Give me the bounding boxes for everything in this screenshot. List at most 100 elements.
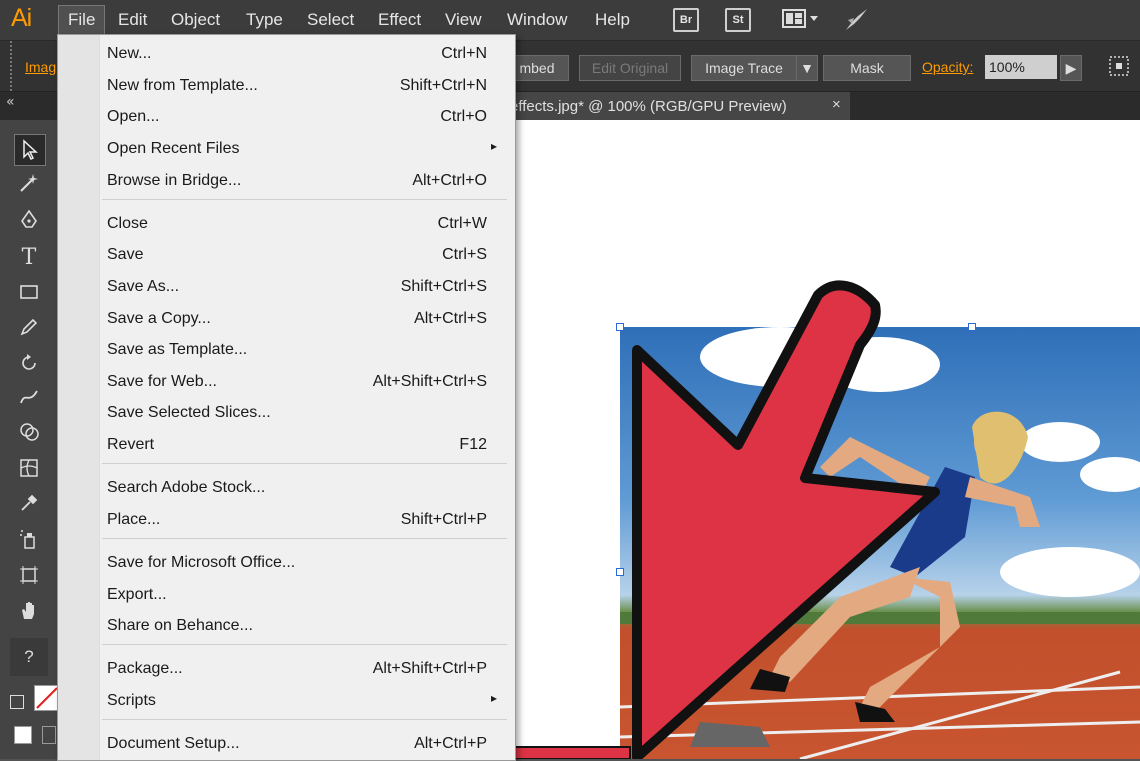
menu-item-label: Close bbox=[107, 215, 148, 232]
opacity-field[interactable]: 100% bbox=[985, 55, 1057, 79]
menu-item-shortcut: Alt+Ctrl+S bbox=[414, 310, 487, 327]
menu-item-save-for-web[interactable]: Save for Web... Alt+Shift+Ctrl+S bbox=[107, 366, 487, 396]
menu-item-shortcut: Ctrl+W bbox=[437, 215, 487, 232]
menu-file[interactable]: File bbox=[58, 5, 106, 37]
menu-item-new[interactable]: New... Ctrl+N bbox=[107, 38, 487, 68]
menu-object[interactable]: Object bbox=[171, 10, 220, 30]
menu-item-save-as[interactable]: Save As... Shift+Ctrl+S bbox=[107, 271, 487, 301]
image-trace-dropdown-icon[interactable]: ▼ bbox=[796, 55, 818, 81]
menu-item-share-on-behance[interactable]: Share on Behance... bbox=[107, 610, 487, 640]
menu-item-label: Open Recent Files bbox=[107, 140, 240, 157]
menu-item-revert[interactable]: Revert F12 bbox=[107, 429, 487, 459]
help-icon[interactable]: ? bbox=[10, 638, 48, 676]
image-trace-button[interactable]: Image Trace bbox=[691, 55, 797, 81]
rotate-tool-icon[interactable] bbox=[14, 348, 44, 378]
menu-item-label: Save as Template... bbox=[107, 341, 248, 358]
menu-item-label: Place... bbox=[107, 511, 161, 528]
menu-item-label: Save bbox=[107, 246, 144, 263]
selection-handle[interactable] bbox=[616, 568, 624, 576]
menu-item-save-as-template[interactable]: Save as Template... bbox=[107, 334, 487, 364]
selection-tool-icon[interactable] bbox=[14, 134, 46, 166]
menu-help[interactable]: Help bbox=[595, 10, 630, 30]
menu-item-browse-in-bridge[interactable]: Browse in Bridge... Alt+Ctrl+O bbox=[107, 165, 487, 195]
menu-item-shortcut: Alt+Shift+Ctrl+P bbox=[372, 660, 487, 677]
menu-separator bbox=[102, 463, 507, 464]
menu-window[interactable]: Window bbox=[507, 10, 567, 30]
selection-handle[interactable] bbox=[968, 323, 976, 331]
menu-item-save[interactable]: Save Ctrl+S bbox=[107, 239, 487, 269]
menu-item-new-from-template[interactable]: New from Template... Shift+Ctrl+N bbox=[107, 70, 487, 100]
menu-item-label: Package... bbox=[107, 660, 183, 677]
menu-item-label: Scripts bbox=[107, 692, 156, 709]
menu-item-export[interactable]: Export... bbox=[107, 579, 487, 609]
control-bar-grip[interactable] bbox=[10, 41, 18, 91]
menu-view[interactable]: View bbox=[445, 10, 482, 30]
eyedropper-tool-icon[interactable] bbox=[14, 488, 44, 518]
menu-item-shortcut: Shift+Ctrl+N bbox=[399, 77, 487, 94]
menu-separator bbox=[102, 719, 507, 720]
arrange-documents-icon[interactable] bbox=[782, 8, 822, 30]
menu-item-shortcut: Shift+Ctrl+S bbox=[400, 278, 487, 295]
shape-builder-tool-icon[interactable] bbox=[14, 417, 44, 447]
menu-item-open[interactable]: Open... Ctrl+O bbox=[107, 101, 487, 131]
pencil-tool-icon[interactable] bbox=[14, 312, 44, 342]
magic-wand-tool-icon[interactable] bbox=[14, 168, 44, 198]
type-tool-icon[interactable]: T bbox=[14, 242, 44, 272]
menu-item-package[interactable]: Package... Alt+Shift+Ctrl+P bbox=[107, 653, 487, 683]
menu-separator bbox=[102, 199, 507, 200]
menu-item-shortcut: Ctrl+S bbox=[442, 246, 487, 263]
pen-tool-icon[interactable] bbox=[14, 205, 44, 235]
menu-item-save-selected-slices[interactable]: Save Selected Slices... bbox=[107, 397, 487, 427]
menu-item-save-a-copy[interactable]: Save a Copy... Alt+Ctrl+S bbox=[107, 303, 487, 333]
document-tab-title: effects.jpg* @ 100% (RGB/GPU Preview) bbox=[510, 97, 787, 115]
menu-item-save-for-microsoft-office[interactable]: Save for Microsoft Office... bbox=[107, 547, 487, 577]
mesh-tool-icon[interactable] bbox=[14, 453, 44, 483]
menu-effect[interactable]: Effect bbox=[378, 10, 421, 30]
file-menu-dropdown: New... Ctrl+N New from Template... Shift+Ct… bbox=[57, 34, 516, 761]
bridge-button[interactable]: Br bbox=[673, 8, 699, 32]
menu-item-search-adobe-stock[interactable]: Search Adobe Stock... bbox=[107, 472, 487, 502]
stock-button[interactable]: St bbox=[725, 8, 751, 32]
document-tab[interactable]: effects.jpg* @ 100% (RGB/GPU Preview) × bbox=[500, 92, 850, 120]
menu-item-document-setup[interactable]: Document Setup... Alt+Ctrl+P bbox=[107, 728, 487, 758]
image-link-label[interactable]: Imag bbox=[25, 59, 56, 75]
menu-select[interactable]: Select bbox=[307, 10, 354, 30]
menu-item-shortcut: Shift+Ctrl+P bbox=[400, 511, 487, 528]
menu-item-label: Browse in Bridge... bbox=[107, 172, 242, 189]
menu-item-label: Search Adobe Stock... bbox=[107, 479, 266, 496]
submenu-arrow-icon: ▸ bbox=[490, 691, 497, 705]
menu-type[interactable]: Type bbox=[246, 10, 283, 30]
menu-item-label: Export... bbox=[107, 586, 167, 603]
screen-mode-icon[interactable] bbox=[42, 726, 56, 744]
menu-item-label: Save for Microsoft Office... bbox=[107, 554, 296, 571]
opacity-expand-icon[interactable]: ▶ bbox=[1060, 55, 1082, 81]
menu-item-label: Save for Web... bbox=[107, 373, 217, 390]
opacity-label[interactable]: Opacity: bbox=[922, 59, 973, 75]
hand-tool-icon[interactable] bbox=[14, 595, 44, 625]
warp-tool-icon[interactable] bbox=[14, 382, 44, 412]
collapse-panels-icon[interactable]: « bbox=[6, 94, 15, 110]
menu-item-shortcut: Alt+Shift+Ctrl+S bbox=[372, 373, 487, 390]
menu-item-shortcut: F12 bbox=[459, 436, 487, 453]
normal-draw-mode-icon[interactable] bbox=[14, 726, 32, 744]
menu-separator bbox=[102, 644, 507, 645]
menu-item-place[interactable]: Place... Shift+Ctrl+P bbox=[107, 504, 487, 534]
artboard-tool-icon[interactable] bbox=[14, 560, 44, 590]
symbol-sprayer-tool-icon[interactable] bbox=[14, 524, 44, 554]
menu-item-close[interactable]: Close Ctrl+W bbox=[107, 208, 487, 238]
runner-figure bbox=[620, 411, 1140, 759]
selection-handle[interactable] bbox=[616, 323, 624, 331]
menu-item-label: Open... bbox=[107, 108, 160, 125]
close-tab-icon[interactable]: × bbox=[832, 96, 841, 113]
menu-item-open-recent-files[interactable]: Open Recent Files ▸ bbox=[107, 133, 497, 163]
transform-reference-icon[interactable] bbox=[1108, 55, 1130, 77]
rectangle-tool-icon[interactable] bbox=[14, 277, 44, 307]
menu-item-shortcut: Alt+Ctrl+O bbox=[412, 172, 487, 189]
menu-item-scripts[interactable]: Scripts ▸ bbox=[107, 685, 497, 715]
mask-button[interactable]: Mask bbox=[823, 55, 911, 81]
menu-item-label: Revert bbox=[107, 436, 155, 453]
placed-runner-photo[interactable] bbox=[620, 327, 1140, 759]
gpu-performance-rocket-icon[interactable] bbox=[842, 6, 870, 34]
menu-edit[interactable]: Edit bbox=[118, 10, 147, 30]
default-colors-icon[interactable] bbox=[10, 695, 24, 709]
